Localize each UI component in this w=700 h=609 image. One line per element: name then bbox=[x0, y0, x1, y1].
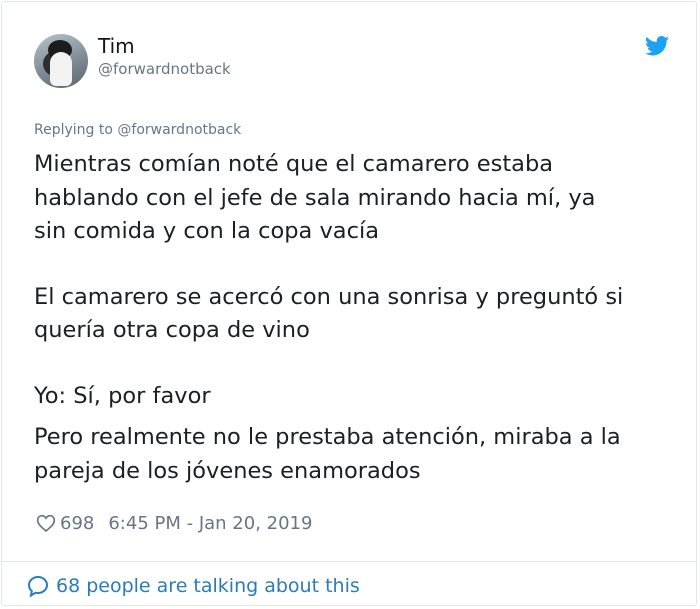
tweet-card: Tim @forwardnotback Replying to @forward… bbox=[1, 1, 697, 606]
tweet-timestamp[interactable]: 6:45 PM - Jan 20, 2019 bbox=[108, 513, 312, 534]
tweet-meta: 698 6:45 PM - Jan 20, 2019 bbox=[36, 510, 312, 536]
avatar[interactable] bbox=[34, 34, 88, 88]
reply-prefix: Replying to bbox=[34, 122, 118, 138]
tweet-paragraph: Yo: Sí, por favor bbox=[34, 382, 211, 409]
author-display-name[interactable]: Tim bbox=[98, 34, 135, 58]
speech-bubble-icon bbox=[27, 575, 49, 598]
tweet-paragraph: Pero realmente no le prestaba atención, … bbox=[34, 424, 621, 484]
reply-context: Replying to @forwardnotback bbox=[34, 122, 241, 138]
twitter-bird-icon[interactable] bbox=[645, 36, 669, 56]
divider bbox=[2, 561, 696, 562]
heart-icon[interactable] bbox=[36, 513, 56, 533]
like-count[interactable]: 698 bbox=[60, 513, 94, 534]
tweet-paragraph: Mientras comían noté que el camarero est… bbox=[34, 151, 596, 244]
conversation-text[interactable]: 68 people are talking about this bbox=[56, 575, 360, 597]
tweet-text: Mientras comían noté que el camarero est… bbox=[34, 148, 674, 520]
conversation-link[interactable]: 68 people are talking about this bbox=[26, 574, 360, 598]
author-handle[interactable]: @forwardnotback bbox=[98, 60, 231, 78]
tweet-paragraph: El camarero se acercó con una sonrisa y … bbox=[34, 283, 624, 344]
reply-handle-link[interactable]: @forwardnotback bbox=[117, 122, 241, 138]
penguin-body bbox=[50, 52, 72, 86]
